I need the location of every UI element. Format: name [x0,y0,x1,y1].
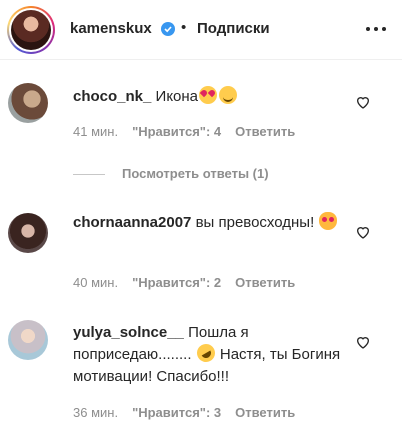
like-heart-icon[interactable] [355,224,371,240]
heart-eyes-emoji-icon [199,86,218,104]
comment-likes[interactable]: "Нравится": 4 [132,124,221,139]
verified-icon [161,22,175,36]
comment-text: вы превосходны! [195,214,315,231]
comment-username[interactable]: yulya_solnce__ [73,324,184,341]
rolling-laughing-emoji-icon [193,340,218,366]
comment-likes[interactable]: "Нравится": 3 [132,405,221,420]
reply-button[interactable]: Ответить [235,124,295,139]
reply-button[interactable]: Ответить [235,405,295,420]
comment-time: 36 мин. [73,405,119,420]
avatar-image [11,10,51,50]
heart-eyes-cat-emoji-icon [319,212,338,230]
comment-time: 40 мин. [73,275,119,290]
comment-meta: 36 мин. "Нравится": 3 Ответить [73,405,309,420]
like-heart-icon[interactable] [355,94,371,110]
comment-body: choco_nk_ Икона [73,86,343,108]
comment-text: Икона [155,88,199,105]
commenter-avatar[interactable] [8,320,48,360]
commenter-avatar[interactable] [8,83,48,123]
comment-meta: 41 мин. "Нравится": 4 Ответить [73,124,309,139]
comment-body: yulya_solnce__ Пошла я поприседаю.......… [73,322,343,388]
following-button[interactable]: Подписки [197,20,270,37]
comment-username[interactable]: chornaanna2007 [73,214,191,231]
more-options-icon[interactable] [365,22,387,36]
post-header: kamenskux • Подписки [0,0,402,60]
avatar-inner [9,8,53,52]
profile-avatar[interactable] [7,6,55,54]
comment-meta: 40 мин. "Нравится": 2 Ответить [73,275,309,290]
comment-time: 41 мин. [73,124,119,139]
view-replies-label[interactable]: Посмотреть ответы (1) [122,166,269,181]
reply-button[interactable]: Ответить [235,275,295,290]
comment-body: chornaanna2007 вы превосходны! [73,212,343,234]
smiling-face-emoji-icon [219,86,238,104]
commenter-avatar[interactable] [8,213,48,253]
header-separator: • [181,19,187,36]
header-username[interactable]: kamenskux [70,20,152,37]
like-heart-icon[interactable] [355,334,371,350]
replies-divider-line [73,174,105,175]
comment-likes[interactable]: "Нравится": 2 [132,275,221,290]
comment-username[interactable]: choco_nk_ [73,88,151,105]
